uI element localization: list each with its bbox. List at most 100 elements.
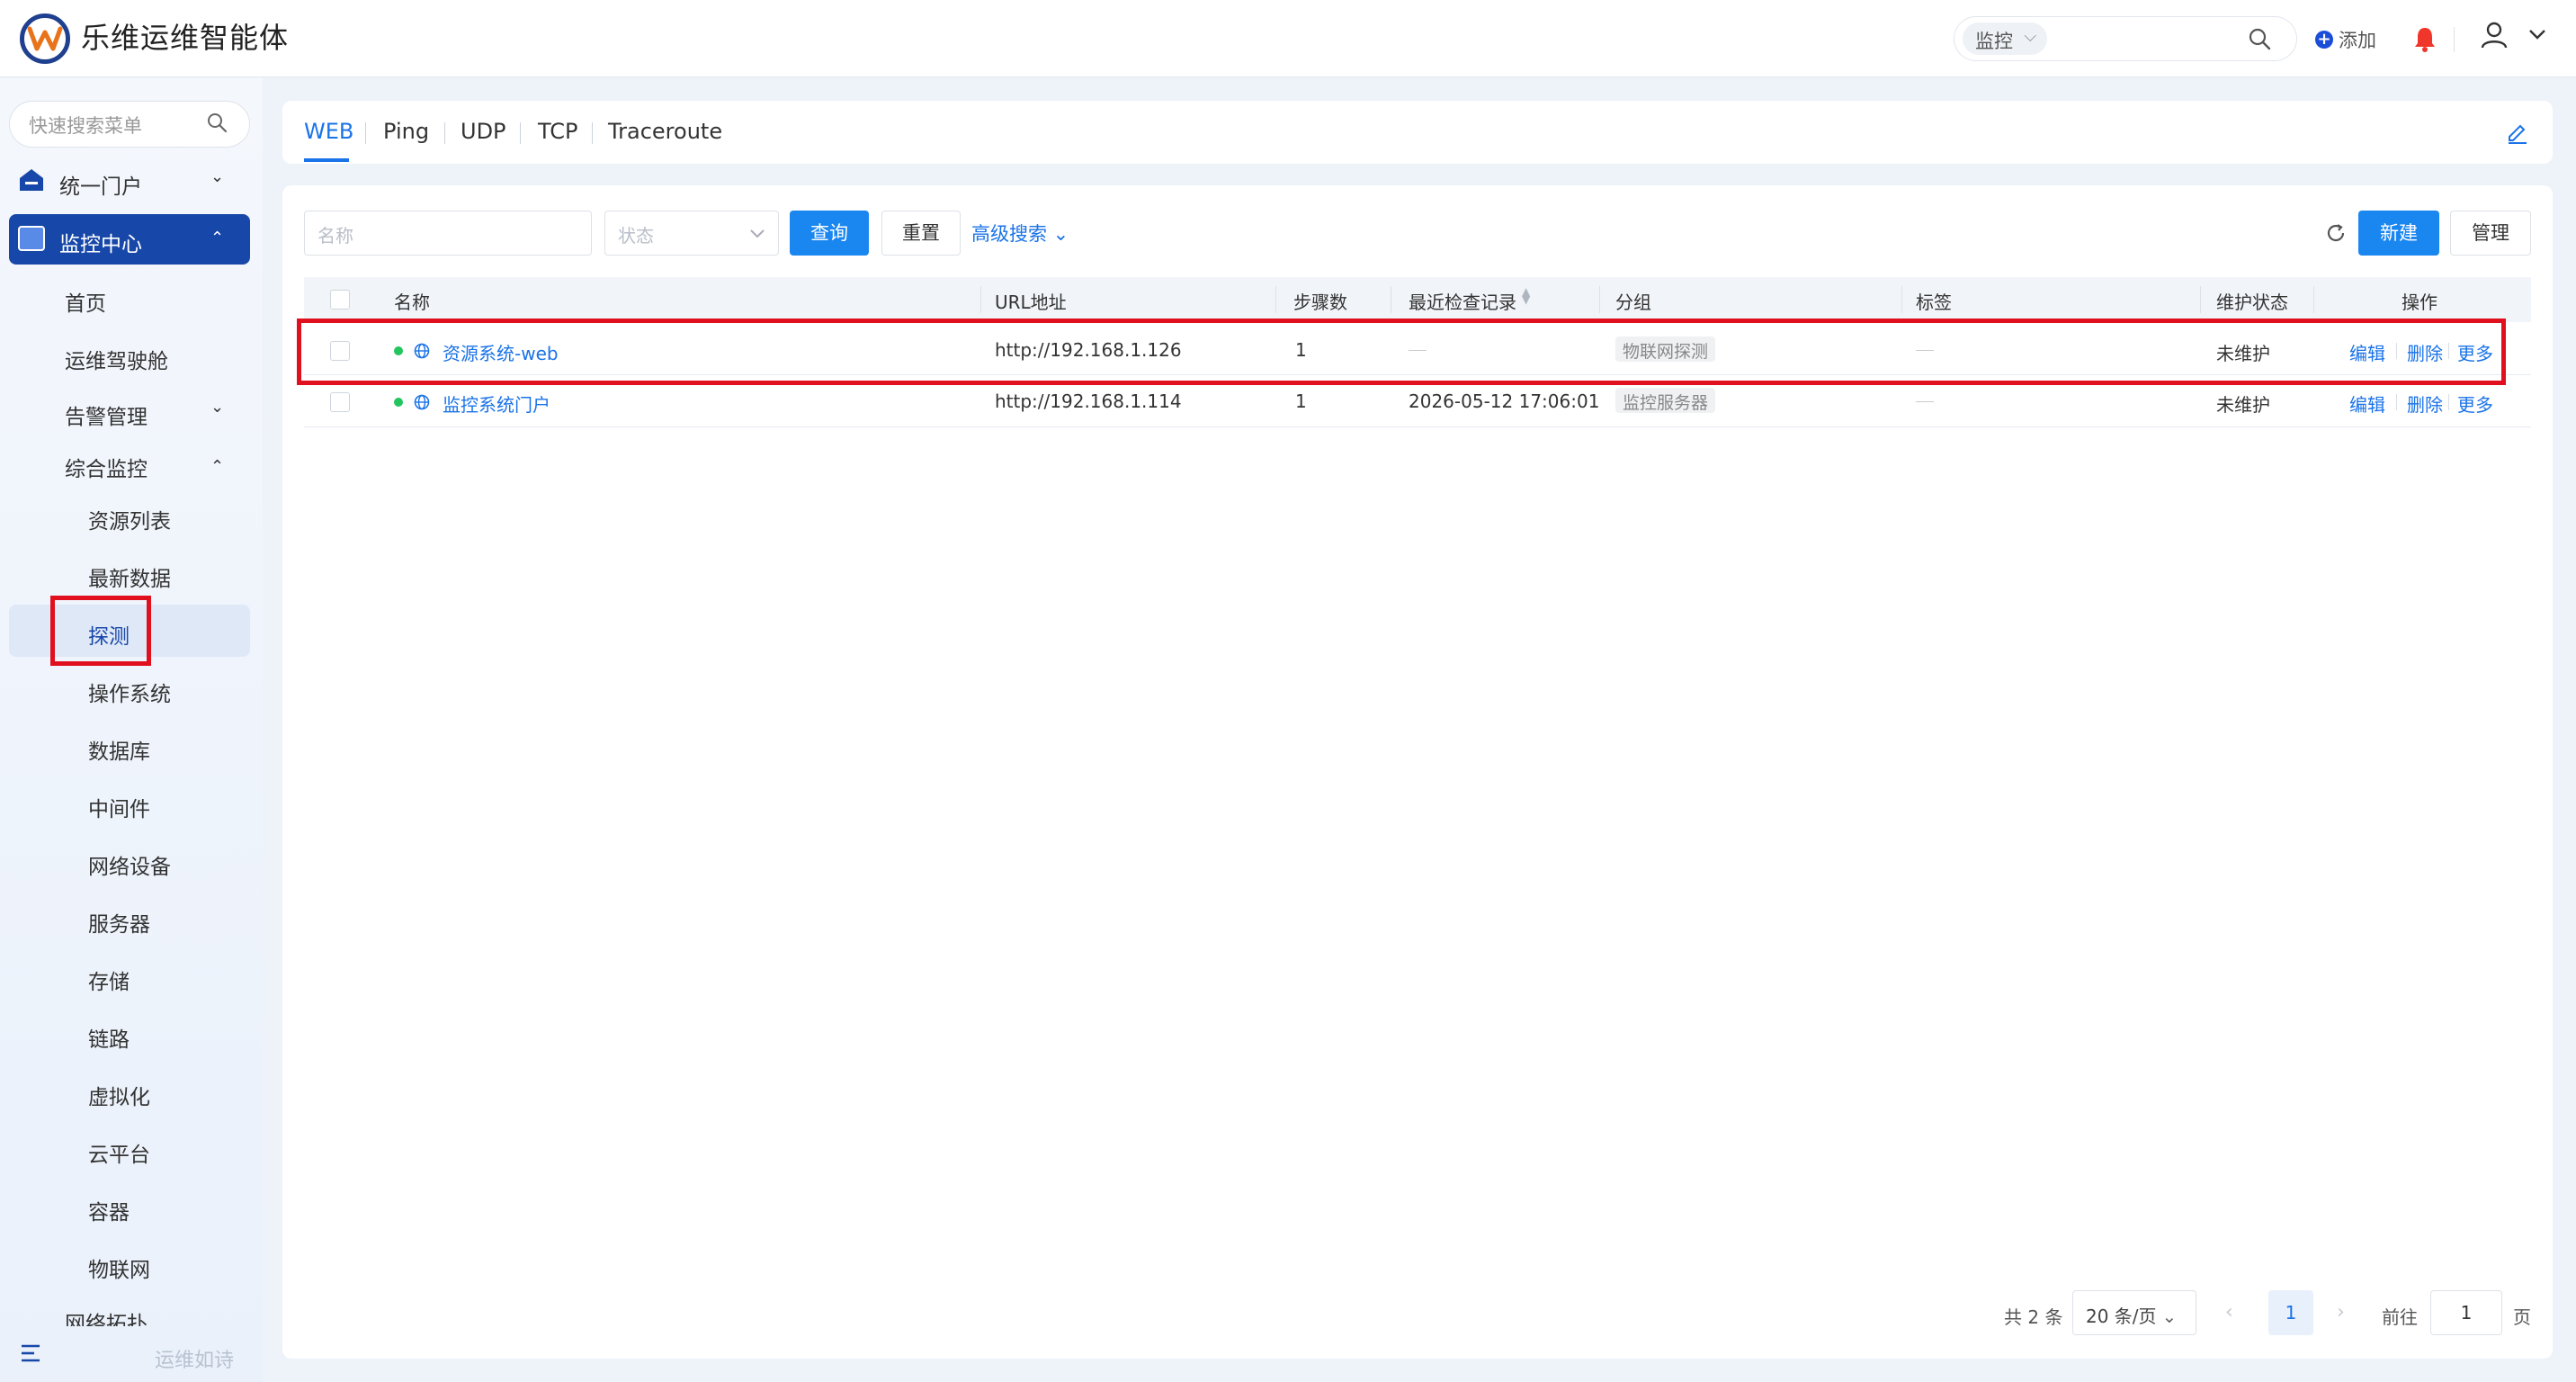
nav-item-resource-list[interactable]: 资源列表: [88, 504, 171, 534]
nav-item-storage[interactable]: 存储: [88, 965, 130, 995]
select-all-checkbox[interactable]: [330, 290, 350, 310]
row-maint-status: 未维护: [2216, 394, 2270, 416]
nav-item-portal[interactable]: 统一门户: [59, 169, 142, 200]
col-header-maint: 维护状态: [2216, 292, 2288, 313]
plus-icon: +: [2315, 31, 2333, 49]
tab-udp[interactable]: UDP: [461, 119, 506, 144]
search-scope-select[interactable]: 监控 ⌵: [1963, 22, 2047, 55]
nav-item-alarm[interactable]: 告警管理: [65, 399, 148, 430]
tab-divider: [365, 122, 366, 144]
nav-label-monitor-center: 监控中心: [59, 233, 142, 256]
row-divider: [304, 426, 2531, 427]
tab-web[interactable]: WEB: [304, 119, 353, 144]
logo-icon: [20, 13, 70, 64]
page-size-select[interactable]: 20 条/页 ⌄: [2072, 1290, 2196, 1335]
scope-select-label: 监控: [1975, 31, 2013, 52]
nav-item-latest-data[interactable]: 最新数据: [88, 561, 171, 592]
group-tag: 监控服务器: [1615, 388, 1716, 413]
chevron-down-icon: [750, 229, 765, 238]
column-divider: [1275, 286, 1276, 313]
col-header-steps: 步骤数: [1293, 292, 1347, 313]
chevron-down-icon: ⌵: [2024, 27, 2036, 46]
nav-item-cloud[interactable]: 云平台: [88, 1137, 150, 1168]
page-number-current[interactable]: 1: [2268, 1290, 2313, 1335]
tab-divider: [592, 122, 593, 144]
advanced-search-link[interactable]: 高级搜索 ⌄: [971, 220, 1069, 247]
row-steps: 1: [1295, 390, 1307, 412]
column-divider: [2313, 286, 2314, 313]
user-avatar-icon[interactable]: [2479, 20, 2509, 54]
nav-item-server[interactable]: 服务器: [88, 907, 150, 938]
refresh-icon[interactable]: [2324, 221, 2348, 248]
query-button[interactable]: 查询: [790, 211, 869, 256]
menu-collapse-icon[interactable]: [20, 1342, 45, 1368]
edit-link[interactable]: 编辑: [2349, 390, 2385, 417]
chevron-right-icon[interactable]: ›: [2337, 1301, 2345, 1324]
highlight-box: [297, 319, 2506, 385]
goto-page-input[interactable]: 1: [2430, 1290, 2502, 1335]
add-button[interactable]: + 添加: [2315, 23, 2376, 56]
new-button[interactable]: 新建: [2358, 211, 2439, 256]
more-link[interactable]: 更多: [2457, 390, 2493, 417]
add-label: 添加: [2339, 30, 2376, 51]
name-filter-input[interactable]: 名称: [304, 211, 592, 256]
reset-button[interactable]: 重置: [881, 211, 961, 256]
name-filter-placeholder: 名称: [318, 225, 353, 247]
chevron-down-icon[interactable]: ⌄: [210, 398, 224, 417]
nav-item-database[interactable]: 数据库: [88, 734, 150, 765]
tab-tcp[interactable]: TCP: [538, 119, 577, 144]
nav-item-topology[interactable]: 网络拓扑: [65, 1306, 148, 1326]
chevron-up-icon[interactable]: ⌃: [210, 457, 224, 476]
globe-icon: [414, 394, 430, 410]
op-divider: [2396, 394, 2397, 410]
chevron-left-icon[interactable]: ‹: [2225, 1301, 2233, 1324]
status-filter-placeholder: 状态: [618, 225, 654, 247]
sidebar: [0, 78, 263, 1382]
chevron-down-icon[interactable]: ⌄: [210, 167, 224, 186]
status-dot: [394, 398, 403, 407]
header-divider: [2454, 27, 2455, 52]
col-header-url: URL地址: [995, 292, 1067, 313]
nav-item-virtualization[interactable]: 虚拟化: [88, 1080, 150, 1110]
chevron-down-icon: ⌄: [2161, 1306, 2178, 1327]
search-icon[interactable]: [2247, 26, 2272, 55]
edit-icon[interactable]: [2506, 121, 2529, 148]
bell-icon[interactable]: [2412, 25, 2437, 56]
sort-icon[interactable]: ▲ ▼: [1522, 286, 1530, 305]
column-divider: [1901, 286, 1902, 313]
delete-link[interactable]: 删除: [2407, 390, 2443, 417]
row-name-link[interactable]: 监控系统门户: [443, 390, 550, 417]
col-header-tag: 标签: [1916, 292, 1952, 313]
chevron-up-icon[interactable]: ⌃: [210, 229, 224, 247]
nav-item-iot[interactable]: 物联网: [88, 1252, 150, 1283]
pagination-total: 共 2 条: [2004, 1306, 2063, 1328]
col-header-ops: 操作: [2402, 292, 2437, 313]
monitor-icon: [18, 226, 45, 251]
nav-item-network-device[interactable]: 网络设备: [88, 849, 171, 880]
nav-item-middleware[interactable]: 中间件: [88, 792, 150, 822]
sidebar-footer-text: 运维如诗: [155, 1350, 235, 1372]
tab-ping[interactable]: Ping: [383, 119, 429, 144]
chevron-down-icon: ⌄: [1047, 223, 1069, 245]
status-filter-select[interactable]: 状态: [604, 211, 779, 256]
page-unit-label: 页: [2513, 1306, 2531, 1328]
chevron-down-icon[interactable]: [2527, 27, 2547, 45]
col-header-last-check[interactable]: 最近检查记录: [1409, 288, 1516, 314]
nav-item-link[interactable]: 链路: [88, 1022, 130, 1053]
manage-button[interactable]: 管理: [2450, 211, 2531, 256]
nav-item-integrated[interactable]: 综合监控: [65, 452, 148, 482]
tab-traceroute[interactable]: Traceroute: [608, 119, 722, 144]
home-icon: [18, 167, 45, 196]
nav-item-container[interactable]: 容器: [88, 1195, 130, 1225]
search-icon[interactable]: [205, 111, 228, 138]
nav-item-cockpit[interactable]: 运维驾驶舱: [65, 344, 168, 374]
app-title: 乐维运维智能体: [81, 21, 290, 55]
goto-label: 前往: [2382, 1306, 2418, 1328]
tab-active-indicator: [304, 158, 349, 162]
highlight-box: [50, 596, 151, 666]
nav-item-os[interactable]: 操作系统: [88, 677, 171, 707]
menu-search-placeholder: 快速搜索菜单: [29, 115, 142, 137]
nav-item-home[interactable]: 首页: [65, 286, 106, 317]
row-checkbox[interactable]: [330, 392, 350, 412]
tab-divider: [520, 122, 521, 144]
